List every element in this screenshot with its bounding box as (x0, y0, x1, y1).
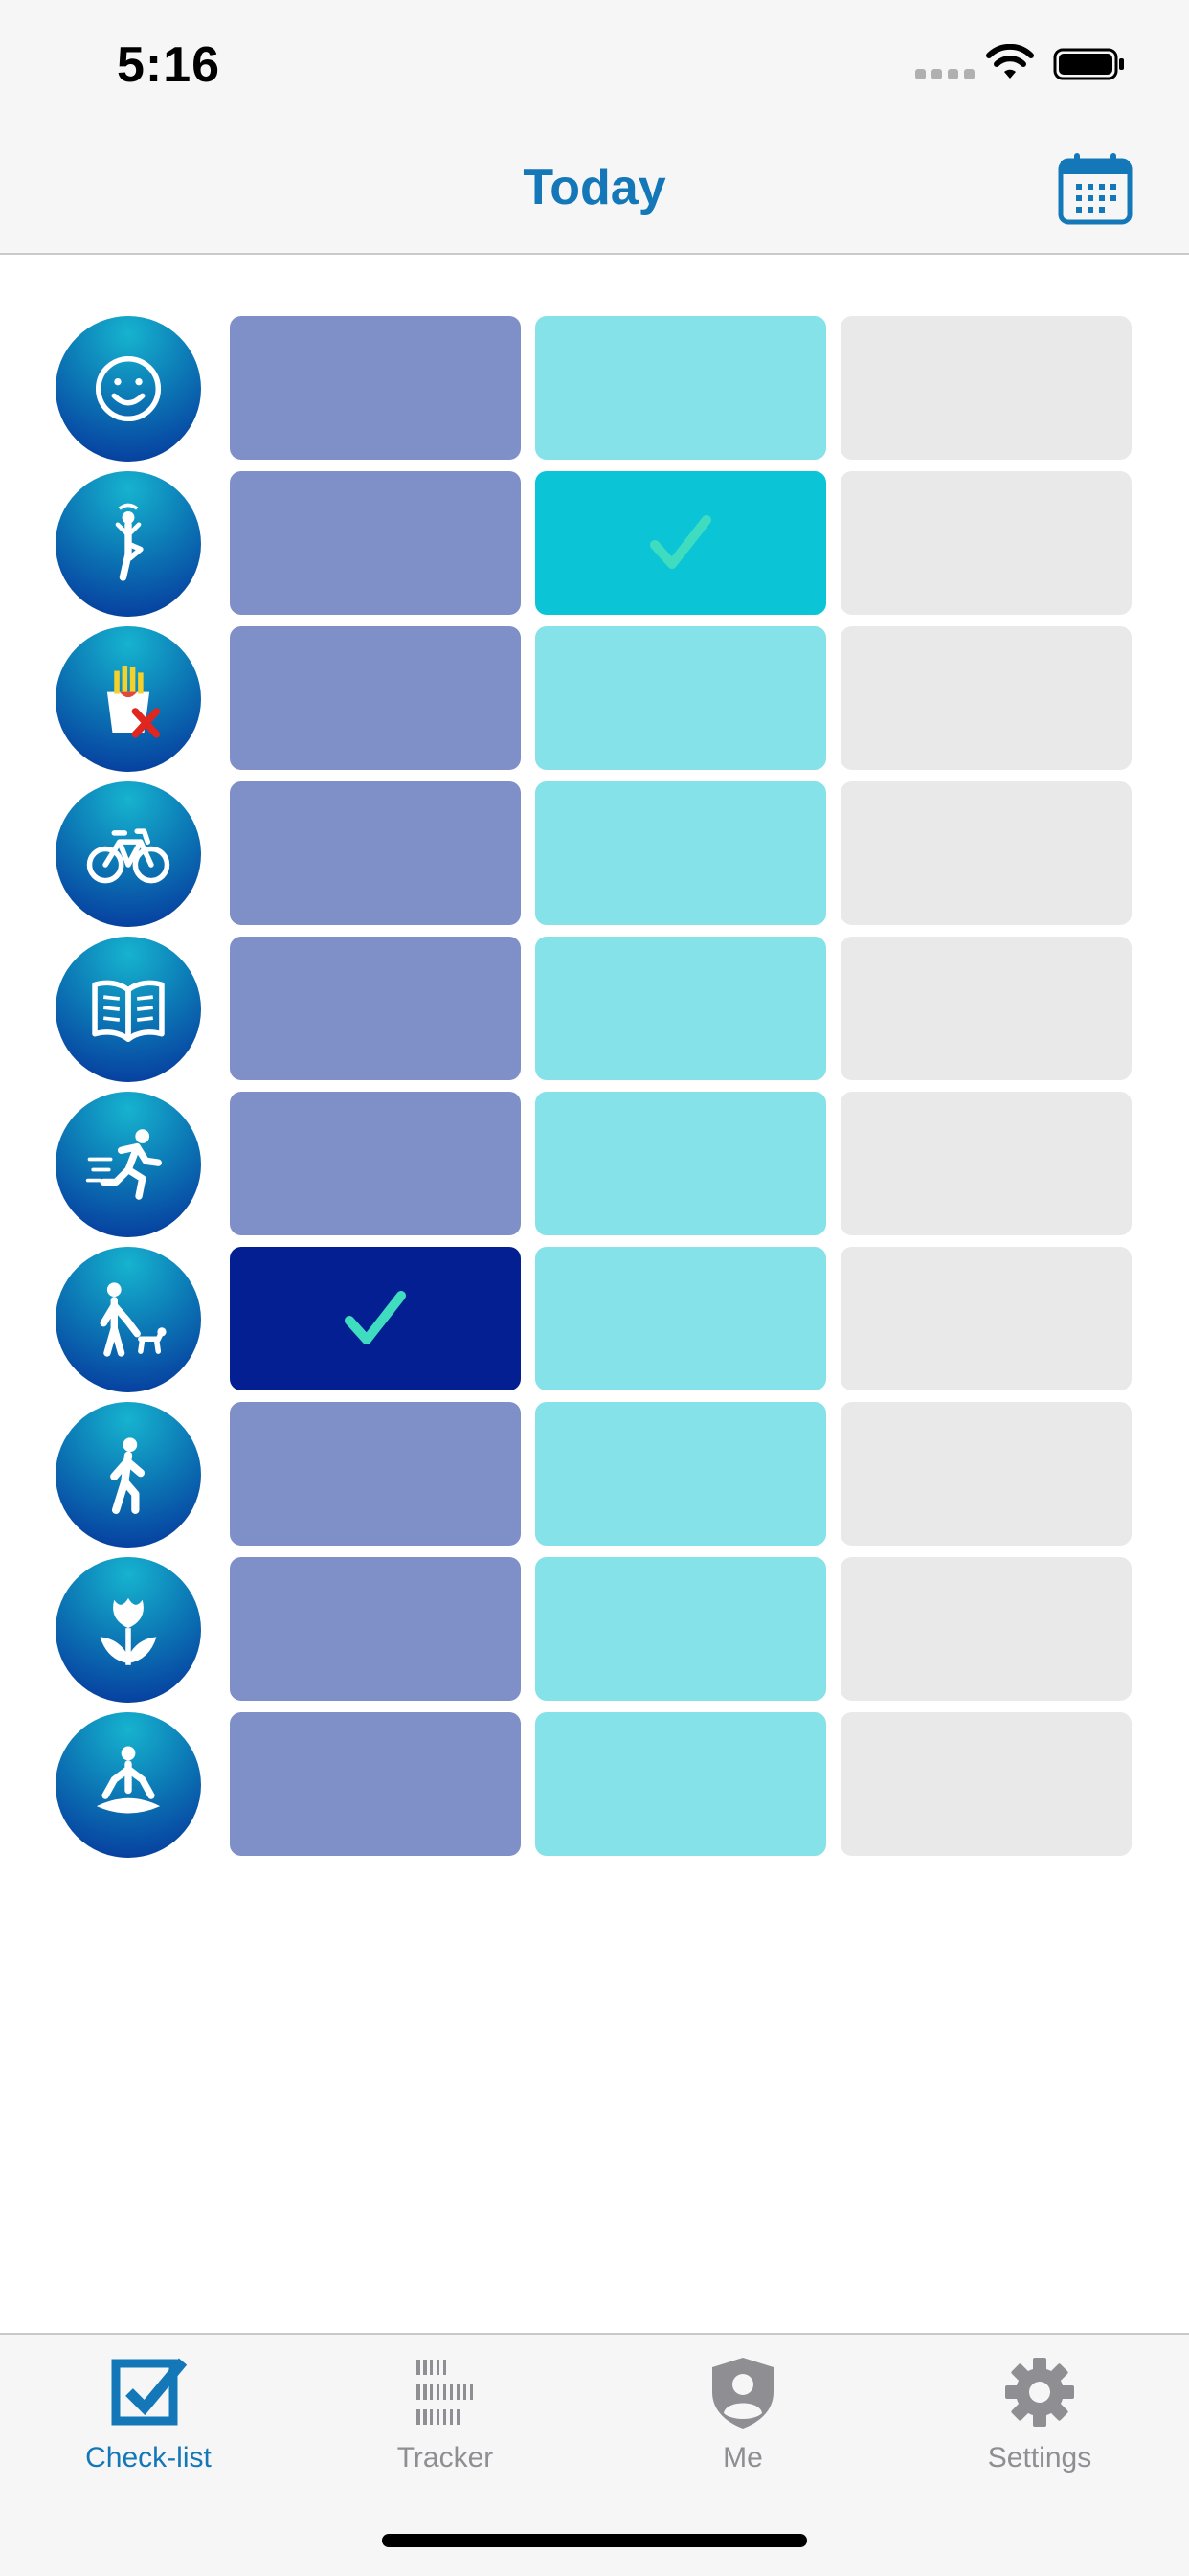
habit-cell-1[interactable] (230, 937, 521, 1080)
tab-label: Settings (987, 2442, 1092, 2474)
checkbox-icon (111, 2358, 187, 2426)
checkmark-icon (650, 515, 711, 569)
dog-walking-icon[interactable] (56, 1247, 201, 1392)
habit-cell-1[interactable] (230, 626, 521, 770)
habit-row (0, 1092, 1189, 1237)
habit-row (0, 1402, 1189, 1548)
habit-cell-3[interactable] (841, 1402, 1132, 1546)
habit-cell-1[interactable] (230, 1092, 521, 1235)
habit-cell-2[interactable] (535, 626, 826, 770)
habit-cell-3[interactable] (841, 781, 1132, 925)
wifi-icon (986, 44, 1034, 79)
tab-settings[interactable]: Settings (915, 2354, 1164, 2474)
home-indicator (382, 2534, 807, 2547)
tab-label: Me (723, 2442, 763, 2474)
battery-icon (1053, 48, 1124, 80)
habit-row (0, 471, 1189, 617)
habit-cell-3[interactable] (841, 1712, 1132, 1856)
habit-cell-1[interactable] (230, 781, 521, 925)
smiley-face-icon[interactable] (56, 316, 201, 462)
habit-cell-3[interactable] (841, 316, 1132, 460)
habit-cell-2[interactable] (535, 471, 826, 615)
habit-cell-3[interactable] (841, 626, 1132, 770)
habit-cell-2[interactable] (535, 316, 826, 460)
habit-cell-3[interactable] (841, 1247, 1132, 1390)
habit-cell-2[interactable] (535, 781, 826, 925)
habit-cell-2[interactable] (535, 1557, 826, 1701)
habit-cell-2[interactable] (535, 937, 826, 1080)
habit-cell-1[interactable] (230, 1402, 521, 1546)
tab-me[interactable]: Me (618, 2354, 867, 2474)
tab-label: Tracker (396, 2442, 494, 2474)
habit-cell-2[interactable] (535, 1712, 826, 1856)
habit-row (0, 1247, 1189, 1392)
tab-tracker[interactable]: Tracker (321, 2354, 570, 2474)
page-title: Today (523, 160, 666, 215)
habit-cell-1[interactable] (230, 471, 521, 615)
no-fries-icon[interactable] (56, 626, 201, 772)
habit-cell-1[interactable] (230, 1247, 521, 1390)
habit-row (0, 781, 1189, 927)
cellular-signal-icon (915, 69, 975, 79)
habit-cell-1[interactable] (230, 316, 521, 460)
habit-cell-1[interactable] (230, 1557, 521, 1701)
habit-row (0, 626, 1189, 772)
tab-check-list[interactable]: Check-list (24, 2354, 273, 2474)
checkmark-icon (345, 1291, 406, 1344)
habit-cell-2[interactable] (535, 1402, 826, 1546)
walking-icon[interactable] (56, 1402, 201, 1548)
tulip-icon[interactable] (56, 1557, 201, 1703)
calendar-icon[interactable] (1057, 151, 1133, 226)
habit-cell-3[interactable] (841, 471, 1132, 615)
open-book-icon[interactable] (56, 937, 201, 1082)
gear-icon (1005, 2358, 1074, 2427)
habit-cell-3[interactable] (841, 1557, 1132, 1701)
habit-row (0, 1712, 1189, 1858)
habit-cell-3[interactable] (841, 1092, 1132, 1235)
habit-cell-1[interactable] (230, 1712, 521, 1856)
tracker-bars-icon (416, 2360, 473, 2425)
habit-cell-2[interactable] (535, 1247, 826, 1390)
status-time: 5:16 (117, 37, 221, 93)
profile-shield-icon (712, 2358, 774, 2429)
habit-row (0, 937, 1189, 1082)
yoga-tree-pose-icon[interactable] (56, 471, 201, 617)
habit-row (0, 316, 1189, 462)
habit-row (0, 1557, 1189, 1703)
bicycle-icon[interactable] (56, 781, 201, 927)
habit-cell-3[interactable] (841, 937, 1132, 1080)
habit-cell-2[interactable] (535, 1092, 826, 1235)
top-bar: 5:16 Today (0, 0, 1189, 255)
tab-label: Check-list (85, 2442, 212, 2474)
running-icon[interactable] (56, 1092, 201, 1237)
meditation-icon[interactable] (56, 1712, 201, 1858)
